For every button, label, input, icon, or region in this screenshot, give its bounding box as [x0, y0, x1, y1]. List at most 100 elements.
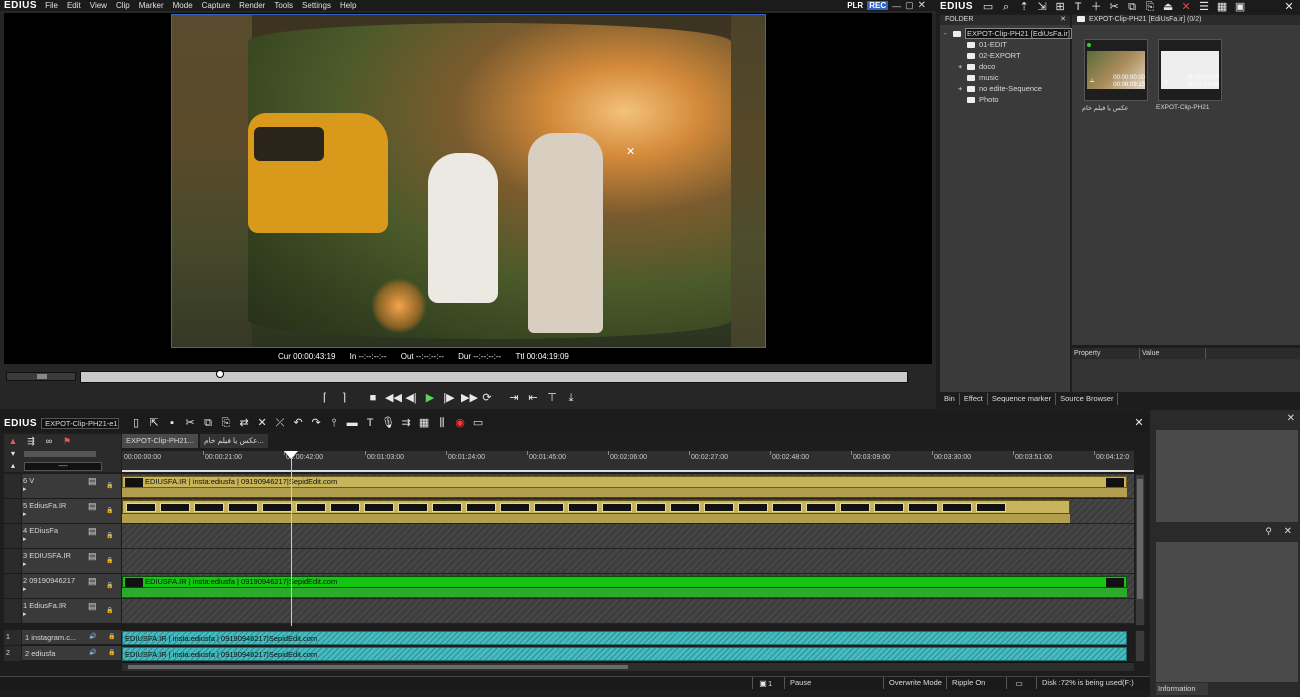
render-icon[interactable]: ⇉ — [399, 416, 413, 430]
copy-tool-icon[interactable]: ⧉ — [201, 416, 215, 430]
insert-icon[interactable]: ⇥ — [507, 391, 521, 405]
up-icon[interactable]: ⇡ — [1017, 0, 1031, 14]
stop-icon[interactable]: ■ — [366, 391, 380, 405]
play-icon[interactable]: ▶ — [423, 391, 437, 405]
export-icon[interactable]: ⤓ — [564, 391, 578, 405]
timeline-hscroll[interactable] — [122, 662, 1134, 671]
rewind-icon[interactable]: ◀◀ — [385, 391, 402, 405]
video-toggle-icon[interactable]: ▤ — [88, 601, 97, 612]
folder-item[interactable]: + doco — [944, 61, 1070, 72]
zoom-slider[interactable] — [24, 451, 96, 457]
info-sub-close-icon[interactable]: ✕ — [1284, 526, 1292, 537]
add-cut-icon[interactable]: ⫯ — [327, 416, 341, 430]
menu-edit[interactable]: Edit — [67, 1, 81, 10]
project-name[interactable]: EXPOT-Clip-PH21-e1 — [41, 417, 120, 429]
group-icon[interactable]: ⚑ — [60, 434, 74, 448]
properties-icon[interactable]: ☰ — [1197, 0, 1211, 14]
folder-item[interactable]: - EXPOT-Clip-PH21 [EdiUsFa.ir] — [944, 28, 1072, 39]
menu-capture[interactable]: Capture — [202, 1, 230, 10]
audio-track-num[interactable]: 2 — [4, 646, 21, 661]
information-tab[interactable]: Information — [1156, 683, 1208, 695]
bin-tab-source-browser[interactable]: Source Browser — [1056, 393, 1119, 405]
monitor-icon[interactable]: ▣ — [1233, 0, 1247, 14]
crosshair-icon[interactable]: ✕ — [626, 145, 635, 158]
lock-icon[interactable]: 🔒 — [106, 532, 113, 539]
new-clip-icon[interactable]: ⊞ — [1053, 0, 1067, 14]
folder-icon[interactable]: ▭ — [981, 0, 995, 14]
title-icon[interactable]: T — [1071, 0, 1085, 14]
menu-file[interactable]: File — [45, 1, 58, 10]
video-toggle-icon[interactable]: ▤ — [88, 551, 97, 562]
scrub-bar[interactable] — [80, 370, 908, 383]
video-toggle-icon[interactable]: ▤ — [88, 501, 97, 512]
preview-frame[interactable]: ✕ — [171, 14, 766, 348]
record-icon[interactable]: ◉ — [453, 416, 467, 430]
menu-mode[interactable]: Mode — [173, 1, 193, 10]
multicam-icon[interactable]: ▦ — [417, 416, 431, 430]
folder-close-icon[interactable]: ✕ — [1060, 15, 1066, 25]
audio-clip[interactable]: EDIUSFA.IR | insta:ediusfa | 09190946217… — [122, 647, 1127, 661]
mixer-icon[interactable]: ⫼ — [435, 416, 449, 430]
shuttle-slider[interactable] — [6, 372, 76, 381]
folder-item[interactable]: Photo — [944, 94, 1070, 105]
bin-tab-bin[interactable]: Bin — [940, 393, 960, 405]
playhead-marker[interactable] — [284, 451, 298, 459]
folder-item[interactable]: 01-EDIT — [944, 39, 1070, 50]
mic-icon[interactable]: 🎙 — [381, 416, 395, 430]
close-icon[interactable]: ✕ — [918, 0, 926, 11]
rec-label[interactable]: REC — [867, 1, 889, 10]
lock-icon[interactable]: 🔒 — [106, 482, 113, 489]
video-toggle-icon[interactable]: ▤ — [88, 576, 97, 587]
step-forward-icon[interactable]: |▶ — [442, 391, 456, 405]
plr-label[interactable]: PLR — [847, 1, 863, 10]
menu-marker[interactable]: Marker — [139, 1, 164, 10]
maximize-icon[interactable]: ▢ — [905, 0, 914, 11]
audio-track-num[interactable]: 1 — [4, 630, 21, 645]
menu-tools[interactable]: Tools — [274, 1, 293, 10]
scale-dropdown[interactable]: ---- — [24, 461, 102, 471]
timeline-ruler[interactable]: 00:00:00:00 00:00:21:00 00:00:42:00 00:01:… — [122, 451, 1134, 472]
transition-icon[interactable]: ▬ — [345, 416, 359, 430]
delete-tool-icon[interactable]: ✕ — [255, 416, 269, 430]
save-icon[interactable]: ▪ — [165, 416, 179, 430]
video-toggle-icon[interactable]: ▤ — [88, 476, 97, 487]
folder-item[interactable]: music — [944, 72, 1070, 83]
layout-icon[interactable]: ▭ — [471, 416, 485, 430]
link-icon[interactable]: ∞ — [42, 434, 56, 448]
open-icon[interactable]: ⇱ — [147, 416, 161, 430]
import-icon[interactable]: ⇲ — [1035, 0, 1049, 14]
title-clip-green[interactable]: EDIUSFA.IR | insta:ediusfa | 09190946217… — [122, 576, 1127, 588]
title-tool-icon[interactable]: T — [363, 416, 377, 430]
trim-icon[interactable]: ⊤ — [545, 391, 559, 405]
lock-icon[interactable]: 🔒 — [108, 646, 115, 661]
lock-icon[interactable]: 🔒 — [106, 557, 113, 564]
minimize-icon[interactable]: — — [892, 1, 901, 11]
mark-out-icon[interactable]: ⌉ — [337, 391, 351, 405]
bin-tab-effect[interactable]: Effect — [960, 393, 988, 405]
timeline-vscroll[interactable] — [1135, 474, 1145, 626]
video-toggle-icon[interactable]: ▤ — [88, 526, 97, 537]
audio-vscroll[interactable] — [1135, 630, 1145, 662]
fast-forward-icon[interactable]: ▶▶ — [461, 391, 478, 405]
track-lane[interactable] — [122, 524, 1134, 549]
lock-icon[interactable]: 🔒 — [108, 630, 115, 645]
lock-icon[interactable]: 🔒 — [106, 582, 113, 589]
menu-clip[interactable]: Clip — [116, 1, 130, 10]
expander-icon[interactable]: - — [944, 28, 953, 39]
track-lane[interactable] — [122, 549, 1134, 574]
audio-track-header[interactable]: 1 instagram.c... 🔊 🔒 — [22, 630, 121, 645]
sequence-tab[interactable]: عکس یا فیلم خام... — [199, 434, 268, 448]
lock-icon[interactable]: 🔒 — [106, 607, 113, 614]
video-clip-filmstrip[interactable] — [122, 500, 1070, 514]
pin-icon[interactable]: ⚲ — [1265, 526, 1272, 537]
paste-tool-icon[interactable]: ⎘ — [219, 416, 233, 430]
sync-icon[interactable]: ⇶ — [24, 434, 38, 448]
expander-icon[interactable]: + — [958, 83, 967, 94]
step-back-icon[interactable]: ◀| — [404, 391, 418, 405]
expander-icon[interactable]: + — [958, 61, 967, 72]
menu-settings[interactable]: Settings — [302, 1, 331, 10]
paste-icon[interactable]: ⎘ — [1143, 0, 1157, 14]
folder-item[interactable]: + no edite-Sequence — [944, 83, 1070, 94]
new-sequence-icon[interactable]: ▯ — [129, 416, 143, 430]
overwrite-icon[interactable]: ⇤ — [526, 391, 540, 405]
